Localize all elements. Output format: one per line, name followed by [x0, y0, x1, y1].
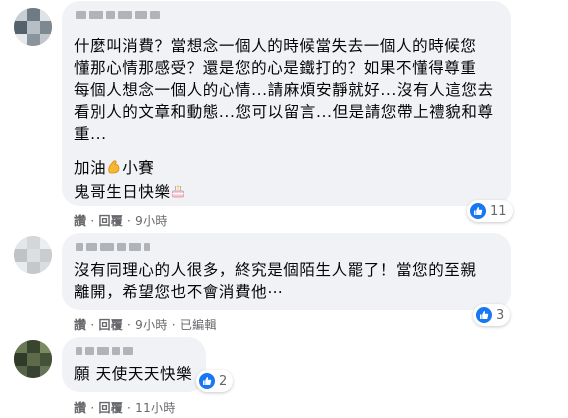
comment-text: 沒有同理心的人很多，終究是個陌生人罷了！當您的至親 離開，希望您也不會消費他⋯	[74, 259, 477, 303]
avatar[interactable]	[14, 340, 52, 378]
reaction-count[interactable]: 3	[473, 304, 511, 326]
comment-actions: 讚 · 回覆 · 11小時	[74, 399, 176, 416]
reaction-count[interactable]: 2	[196, 370, 234, 392]
timestamp-link[interactable]: 9小時	[135, 316, 168, 333]
flexed-biceps-icon	[106, 159, 122, 181]
like-button[interactable]: 讚	[74, 399, 86, 416]
separator: ·	[90, 317, 95, 332]
thumbs-up-icon	[199, 373, 215, 389]
comment-text: 願 天使天天快樂	[74, 363, 192, 385]
author-name-blurred[interactable]	[76, 241, 150, 253]
comment-line: 小賽	[122, 159, 155, 177]
separator: ·	[90, 213, 95, 228]
avatar[interactable]	[14, 236, 52, 274]
comment-line: 鬼哥生日快樂	[74, 183, 171, 201]
edited-label[interactable]: 已編輯	[180, 316, 217, 333]
comment-line: 看別人的文章和動態...您可以留言...但是請您帶上禮貌和尊	[74, 103, 494, 121]
timestamp-link[interactable]: 11小時	[135, 399, 175, 416]
avatar[interactable]	[14, 8, 52, 46]
separator: ·	[90, 400, 95, 415]
author-name-blurred[interactable]	[76, 9, 160, 21]
reaction-count[interactable]: 11	[467, 200, 513, 222]
like-button[interactable]: 讚	[74, 316, 86, 333]
reply-button[interactable]: 回覆	[98, 399, 123, 416]
birthday-cake-icon	[171, 182, 185, 198]
separator: ·	[127, 213, 132, 228]
reaction-count-label: 3	[496, 307, 505, 323]
comment-line: 懂那心情那感受？還是您的心是鐵打的？如果不懂得尊重	[74, 59, 477, 77]
comment-bubble: 願 天使天天快樂	[62, 337, 206, 392]
thumbs-up-icon	[470, 203, 486, 219]
comment-bubble: 什麼叫消費？當想念一個人的時候當失去一個人的時候您 懂那心情那感受？還是您的心是…	[62, 1, 511, 206]
like-button[interactable]: 讚	[74, 212, 86, 229]
comment-line: 什麼叫消費？當想念一個人的時候當失去一個人的時候您	[74, 37, 477, 55]
comment-line: 離開，希望您也不會消費他⋯	[74, 283, 284, 301]
separator: ·	[127, 400, 132, 415]
reply-button[interactable]: 回覆	[98, 212, 123, 229]
comment-line: 願 天使天天快樂	[74, 365, 193, 383]
reaction-count-label: 11	[490, 203, 507, 219]
comment-line: 加油	[74, 159, 107, 177]
comment-text: 什麼叫消費？當想念一個人的時候當失去一個人的時候您 懂那心情那感受？還是您的心是…	[74, 35, 494, 145]
separator: ·	[127, 317, 132, 332]
reaction-count-label: 2	[219, 373, 228, 389]
comment-bubble: 沒有同理心的人很多，終究是個陌生人罷了！當您的至親 離開，希望您也不會消費他⋯	[62, 233, 511, 310]
reply-button[interactable]: 回覆	[98, 316, 123, 333]
comment-actions: 讚 · 回覆 · 9小時	[74, 212, 168, 229]
timestamp-link[interactable]: 9小時	[135, 212, 168, 229]
comment-actions: 讚 · 回覆 · 9小時 · 已編輯	[74, 316, 217, 333]
comment-line: 沒有同理心的人很多，終究是個陌生人罷了！當您的至親	[74, 261, 477, 279]
comment-text-cheer: 加油 小賽 鬼哥生日快樂	[74, 157, 185, 203]
comment-line: 重...	[74, 125, 107, 143]
author-name-blurred[interactable]	[76, 345, 133, 357]
comment-line: 每個人想念一個人的心情...請麻煩安靜就好...沒有人這您去	[74, 81, 494, 99]
thumbs-up-icon	[476, 307, 492, 323]
separator: ·	[171, 317, 176, 332]
